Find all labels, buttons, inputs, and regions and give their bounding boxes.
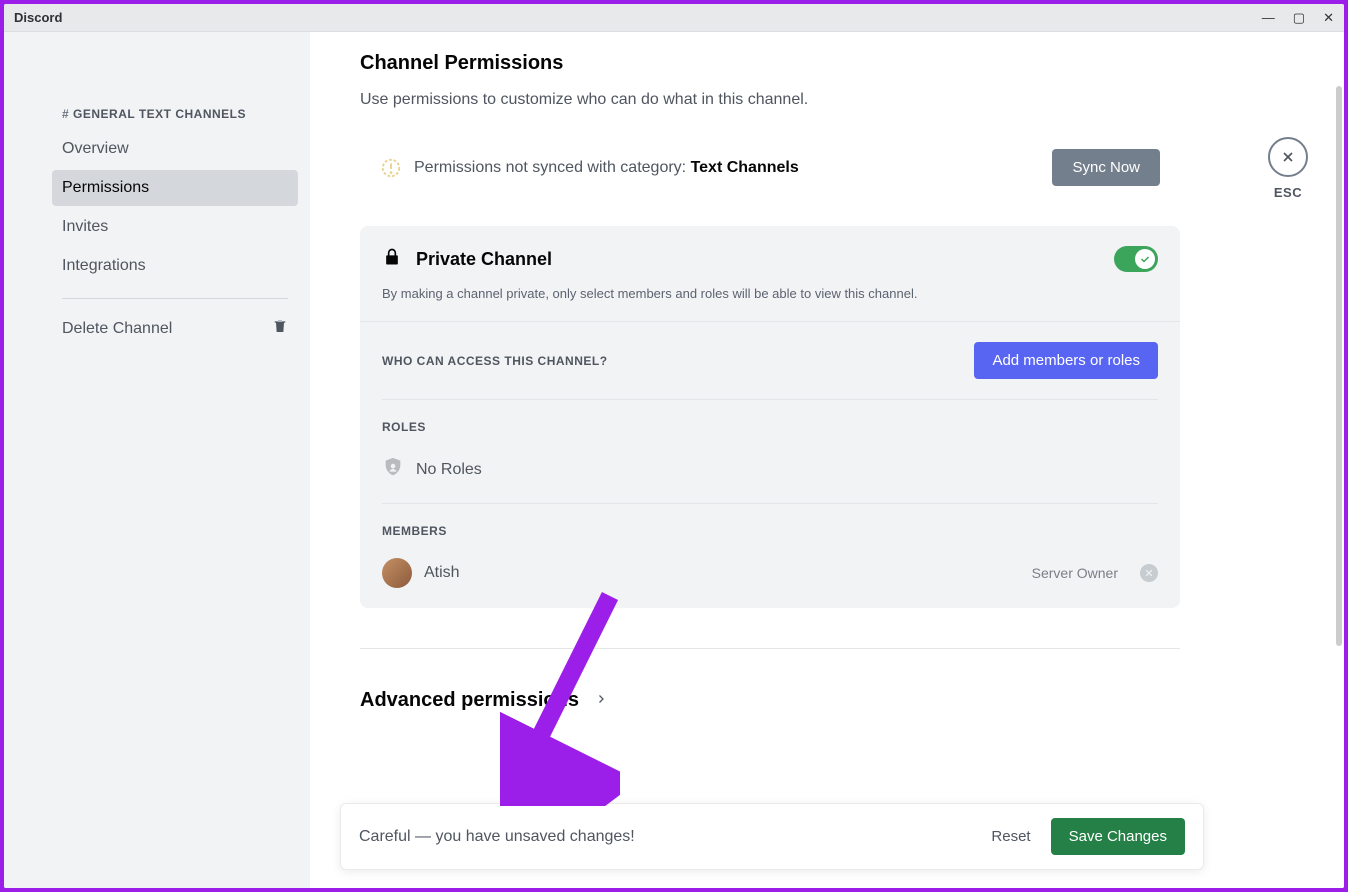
roles-section: ROLES No Roles	[360, 400, 1180, 503]
warning-icon	[380, 157, 402, 179]
esc-close: ESC	[1268, 137, 1308, 200]
member-tag: Server Owner	[1032, 565, 1118, 581]
advanced-permissions-button[interactable]: Advanced permissions	[360, 689, 1180, 712]
app-body: # GENERAL TEXT CHANNELS Overview Permiss…	[4, 32, 1344, 888]
sync-now-button[interactable]: Sync Now	[1052, 149, 1160, 186]
sidebar-item-invites[interactable]: Invites	[52, 209, 298, 245]
sidebar-item-overview[interactable]: Overview	[52, 131, 298, 167]
section-divider	[360, 648, 1180, 649]
remove-member-button[interactable]: ✕	[1140, 564, 1158, 582]
close-settings-button[interactable]	[1268, 137, 1308, 177]
titlebar: Discord — ▢ ✕	[4, 4, 1344, 32]
members-section: MEMBERS Atish Server Owner ✕	[360, 504, 1180, 608]
sidebar-item-integrations[interactable]: Integrations	[52, 248, 298, 284]
window-controls: — ▢ ✕	[1262, 10, 1334, 26]
sync-text: Permissions not synced with category: Te…	[414, 159, 1040, 177]
private-channel-toggle[interactable]	[1114, 246, 1158, 272]
roles-header: ROLES	[382, 420, 1158, 434]
toast-text: Careful — you have unsaved changes!	[359, 828, 977, 846]
access-header: WHO CAN ACCESS THIS CHANNEL? Add members…	[382, 342, 1158, 379]
toggle-knob	[1135, 249, 1155, 269]
app-window: Discord — ▢ ✕ # GENERAL TEXT CHANNELS Ov…	[4, 4, 1344, 888]
scrollbar-thumb[interactable]	[1336, 86, 1342, 646]
role-icon	[382, 456, 404, 483]
chevron-right-icon	[595, 692, 607, 710]
esc-label: ESC	[1274, 185, 1302, 200]
scrollbar[interactable]	[1334, 32, 1344, 888]
reset-button[interactable]: Reset	[977, 820, 1044, 853]
member-name: Atish	[424, 564, 460, 582]
maximize-button[interactable]: ▢	[1293, 10, 1305, 26]
add-members-button[interactable]: Add members or roles	[974, 342, 1158, 379]
save-changes-button[interactable]: Save Changes	[1051, 818, 1185, 855]
permissions-card: Private Channel By making a channel priv…	[360, 226, 1180, 608]
close-button[interactable]: ✕	[1323, 10, 1334, 26]
sidebar-item-delete-channel[interactable]: Delete Channel	[52, 309, 298, 348]
minimize-button[interactable]: —	[1262, 10, 1275, 25]
lock-icon	[382, 247, 402, 272]
sync-row: Permissions not synced with category: Te…	[360, 149, 1180, 186]
avatar	[382, 558, 412, 588]
main-content: Channel Permissions Use permissions to c…	[310, 32, 1344, 888]
sidebar-header: # GENERAL TEXT CHANNELS	[52, 107, 298, 121]
titlebar-title: Discord	[14, 10, 62, 25]
content-column: Channel Permissions Use permissions to c…	[360, 52, 1180, 868]
page-subtitle: Use permissions to customize who can do …	[360, 91, 1180, 109]
unsaved-changes-toast: Careful — you have unsaved changes! Rese…	[340, 803, 1204, 870]
roles-empty-row: No Roles	[382, 434, 1158, 483]
members-header: MEMBERS	[382, 524, 1158, 538]
member-row: Atish Server Owner ✕	[382, 538, 1158, 588]
settings-sidebar: # GENERAL TEXT CHANNELS Overview Permiss…	[4, 32, 310, 888]
sidebar-divider	[62, 298, 288, 299]
private-channel-desc: By making a channel private, only select…	[382, 286, 1158, 301]
access-section: WHO CAN ACCESS THIS CHANNEL? Add members…	[360, 321, 1180, 399]
roles-empty-label: No Roles	[416, 461, 482, 479]
trash-icon	[272, 318, 288, 339]
page-title: Channel Permissions	[360, 52, 1180, 75]
private-channel-section: Private Channel By making a channel priv…	[360, 226, 1180, 321]
private-channel-title: Private Channel	[416, 249, 1100, 270]
sidebar-item-permissions[interactable]: Permissions	[52, 170, 298, 206]
